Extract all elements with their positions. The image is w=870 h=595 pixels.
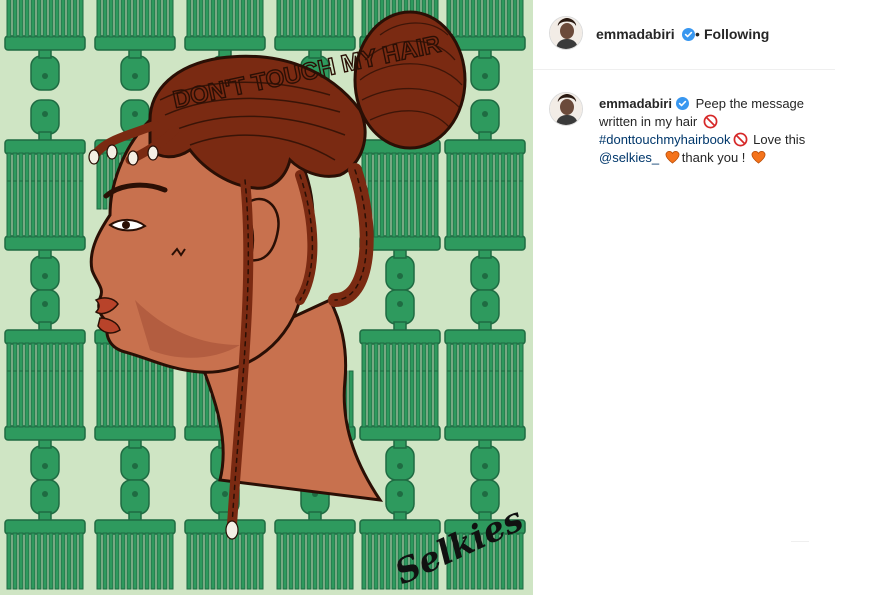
hashtag-link[interactable]: #donttouchmyhairbook bbox=[599, 132, 731, 147]
orange-heart-icon bbox=[665, 151, 680, 164]
following-button[interactable]: Following bbox=[704, 26, 769, 42]
divider bbox=[791, 541, 809, 542]
avatar-image bbox=[550, 93, 582, 125]
no-entry-icon bbox=[733, 132, 747, 147]
mention-link[interactable]: @selkies_ bbox=[599, 150, 659, 165]
caption-text-3: thank you ! bbox=[681, 150, 746, 165]
caption-username[interactable]: emmadabiri bbox=[599, 96, 689, 111]
instagram-post: DON'T TOUCH MY HAIR Selkies emmadabiri •… bbox=[0, 0, 870, 595]
author-username[interactable]: emmadabiri bbox=[596, 26, 696, 42]
caption-avatar[interactable] bbox=[549, 92, 583, 126]
username-text[interactable]: emmadabiri bbox=[596, 26, 675, 42]
post-sidebar: emmadabiri • Following emmadabiri Peep t… bbox=[533, 0, 870, 595]
avatar[interactable] bbox=[549, 16, 583, 50]
no-entry-icon bbox=[703, 114, 718, 129]
orange-heart-icon bbox=[751, 151, 766, 164]
verified-badge-icon bbox=[675, 97, 689, 110]
post-image[interactable]: DON'T TOUCH MY HAIR Selkies bbox=[0, 0, 533, 595]
separator-dot: • bbox=[695, 26, 700, 42]
caption-text-2: Love this bbox=[753, 132, 806, 147]
illustration: DON'T TOUCH MY HAIR Selkies bbox=[0, 0, 533, 595]
verified-badge-icon bbox=[682, 28, 696, 41]
caption-text: emmadabiri Peep the message written in m… bbox=[599, 95, 839, 167]
post-header: emmadabiri • Following bbox=[533, 0, 835, 70]
avatar-image bbox=[550, 17, 582, 49]
